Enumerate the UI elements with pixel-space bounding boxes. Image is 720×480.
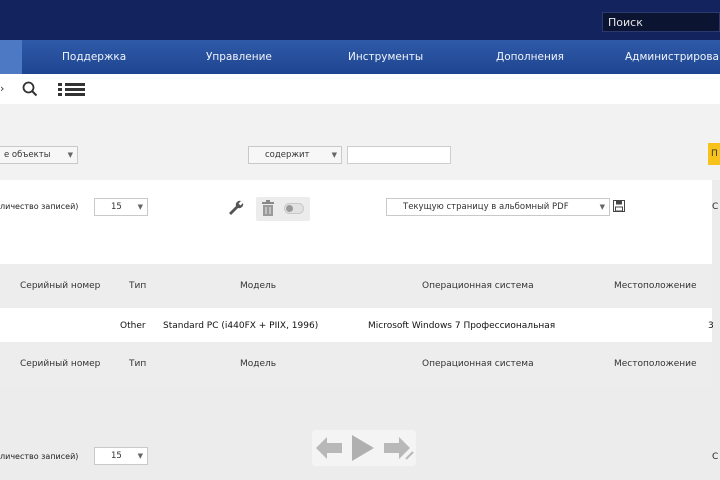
cell-type: Other [120,321,146,331]
save-icon[interactable] [613,200,625,212]
right-edge-letter-bottom: С [712,452,719,462]
search-value-input[interactable] [347,146,451,164]
export-format-select[interactable]: Текущую страницу в альбомный PDF ▼ [386,198,610,216]
records-per-page-value: 15 [111,202,122,212]
play-icon[interactable] [352,435,374,461]
column-header-type[interactable]: Тип [129,342,146,386]
top-bar: Поиск [0,0,720,40]
trash-icon[interactable] [261,200,275,217]
records-per-page-select-bottom[interactable]: 15 ▼ [94,447,148,465]
records-per-page-value-bottom: 15 [111,451,122,461]
nav-item-plugins[interactable]: Дополнения [496,40,564,74]
cell-trailing: 3 [708,321,714,331]
cell-model[interactable]: Standard PC (i440FX + PIIX, 1996) [163,310,318,342]
field-select-value: е объекты [4,150,51,160]
chevron-down-icon: ▼ [67,151,73,159]
condition-select[interactable]: содержит ▼ [248,146,342,164]
right-edge-letter: С [712,202,719,212]
chevron-down-icon: ▼ [331,151,337,159]
cell-os: Microsoft Windows 7 Профессиональная [368,321,556,331]
table-header: Серийный номер Тип Модель Операционная с… [0,264,712,308]
chevron-down-icon: ▼ [137,452,143,460]
nav-item-active[interactable] [0,40,22,74]
column-header-os[interactable]: Операционная система [422,342,534,386]
nav-item-administration[interactable]: Администрирова [625,40,719,74]
records-per-page-label: личество записей) [0,202,79,211]
toggle-knob [286,205,293,212]
column-header-type[interactable]: Тип [129,264,146,308]
column-header-model[interactable]: Модель [240,264,276,308]
records-per-page-label-bottom: личество записей) [0,452,79,461]
main-nav: Поддержка Управление Инструменты Дополне… [0,40,720,74]
field-select[interactable]: е объекты ▼ [0,146,78,164]
column-header-location[interactable]: Местоположение [614,264,697,308]
table-row[interactable]: Other Standard PC (i440FX + PIIX, 1996) … [0,310,714,342]
search-criteria-bar [0,104,720,180]
toolbar: › [0,74,720,104]
chevron-down-icon: ▼ [137,203,143,211]
records-per-page-select[interactable]: 15 ▼ [94,198,148,216]
chevron-down-icon: ▼ [599,203,605,211]
column-header-os[interactable]: Операционная система [422,264,534,308]
column-header-serial[interactable]: Серийный номер [20,342,100,386]
search-icon[interactable] [22,81,38,97]
column-header-model[interactable]: Модель [240,342,276,386]
pagination [312,430,416,466]
column-header-location[interactable]: Местоположение [614,342,697,386]
search-go-button[interactable]: П [708,143,720,165]
arrow-left-icon[interactable] [316,437,342,459]
condition-select-value: содержит [265,150,310,160]
nav-item-management[interactable]: Управление [206,40,272,74]
nav-item-support[interactable]: Поддержка [62,40,126,74]
global-search-input[interactable]: Поиск [602,12,720,32]
table-footer-header: Серийный номер Тип Модель Операционная с… [0,342,712,386]
list-icon[interactable] [58,82,86,96]
export-format-value: Текущую страницу в альбомный PDF [403,202,569,212]
arrow-right-end-icon[interactable] [384,437,414,461]
wrench-icon[interactable] [227,199,245,217]
column-header-serial[interactable]: Серийный номер [20,264,100,308]
toggle-switch[interactable] [284,203,304,214]
nav-item-tools[interactable]: Инструменты [348,40,423,74]
chevron-right-icon[interactable]: › [0,74,4,104]
